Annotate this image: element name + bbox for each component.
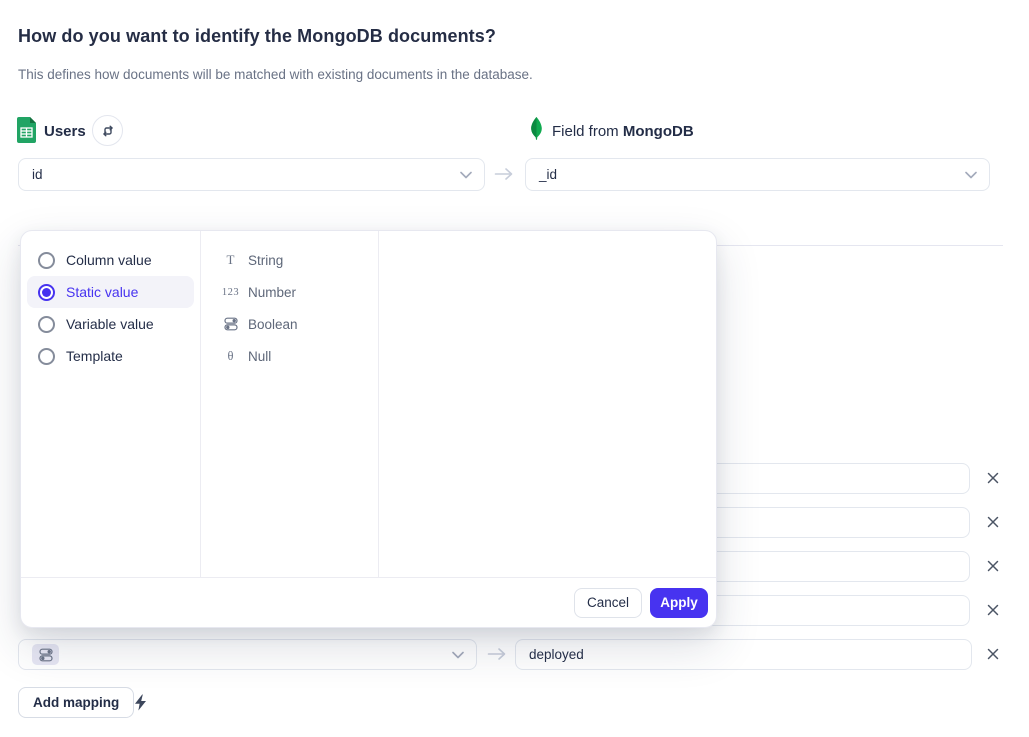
chevron-down-icon	[452, 647, 464, 662]
data-type-option-boolean[interactable]: Boolean	[201, 308, 378, 340]
target-field-prefix: Field from	[552, 123, 623, 140]
remove-mapping-button[interactable]	[985, 646, 1001, 662]
page-title: How do you want to identify the MongoDB …	[18, 26, 496, 47]
boolean-icon	[32, 644, 59, 665]
static-value-modal: Column value Static value Variable value…	[20, 230, 717, 628]
remove-mapping-button[interactable]	[985, 602, 1001, 618]
boolean-icon	[222, 317, 239, 331]
page-subtitle: This defines how documents will be match…	[18, 67, 533, 82]
repeat-swap-icon	[101, 124, 115, 138]
data-type-option-number[interactable]: 123 Number	[201, 276, 378, 308]
remove-mapping-button[interactable]	[985, 558, 1001, 574]
value-type-column: Column value Static value Variable value…	[21, 231, 201, 577]
modal-footer: Cancel Apply	[21, 577, 716, 627]
sheets-table-icon	[16, 117, 37, 148]
data-type-option-null[interactable]: θ Null	[201, 340, 378, 372]
modal-body: Column value Static value Variable value…	[21, 231, 716, 577]
data-type-column: T String 123 Number	[201, 231, 379, 577]
value-type-option-column-value[interactable]: Column value	[27, 244, 194, 276]
lightning-bolt-icon[interactable]	[134, 694, 147, 716]
data-type-label: Number	[248, 285, 296, 300]
number-icon: 123	[222, 287, 239, 298]
remove-mapping-button[interactable]	[985, 514, 1001, 530]
data-type-label: String	[248, 253, 283, 268]
remove-mapping-button[interactable]	[985, 470, 1001, 486]
add-mapping-button[interactable]: Add mapping	[18, 687, 134, 718]
mapping-target-input[interactable]	[515, 639, 972, 670]
value-type-label: Static value	[66, 284, 138, 300]
arrow-right-icon	[487, 647, 507, 666]
target-app-name: MongoDB	[623, 123, 694, 140]
mapping-source-select[interactable]	[18, 639, 477, 670]
data-type-label: Null	[248, 349, 271, 364]
source-table-name: Users	[44, 123, 86, 140]
value-type-label: Column value	[66, 252, 152, 268]
target-field-label: Field from MongoDB	[552, 123, 694, 140]
apply-button[interactable]: Apply	[650, 588, 708, 618]
value-editor-area	[379, 231, 716, 577]
target-field-select[interactable]: _id	[525, 158, 990, 191]
swap-source-button[interactable]	[92, 115, 123, 146]
value-type-option-template[interactable]: Template	[27, 340, 194, 372]
mapping-target-value[interactable]	[529, 647, 959, 662]
value-type-option-variable-value[interactable]: Variable value	[27, 308, 194, 340]
cancel-button[interactable]: Cancel	[574, 588, 642, 618]
value-type-label: Variable value	[66, 316, 154, 332]
radio-icon[interactable]	[38, 348, 55, 365]
arrow-right-icon	[494, 167, 514, 186]
string-icon: T	[222, 252, 239, 268]
value-type-option-static-value[interactable]: Static value	[27, 276, 194, 308]
source-field-value: id	[32, 167, 43, 182]
chevron-down-icon	[460, 167, 472, 182]
chevron-down-icon	[965, 167, 977, 182]
source-field-select[interactable]: id	[18, 158, 485, 191]
value-type-label: Template	[66, 348, 123, 364]
radio-icon[interactable]	[38, 252, 55, 269]
null-icon: θ	[222, 349, 239, 364]
data-type-label: Boolean	[248, 317, 298, 332]
radio-selected-icon[interactable]	[38, 284, 55, 301]
data-type-option-string[interactable]: T String	[201, 244, 378, 276]
target-field-value: _id	[539, 167, 557, 182]
mongodb-leaf-icon	[530, 117, 543, 147]
radio-icon[interactable]	[38, 316, 55, 333]
